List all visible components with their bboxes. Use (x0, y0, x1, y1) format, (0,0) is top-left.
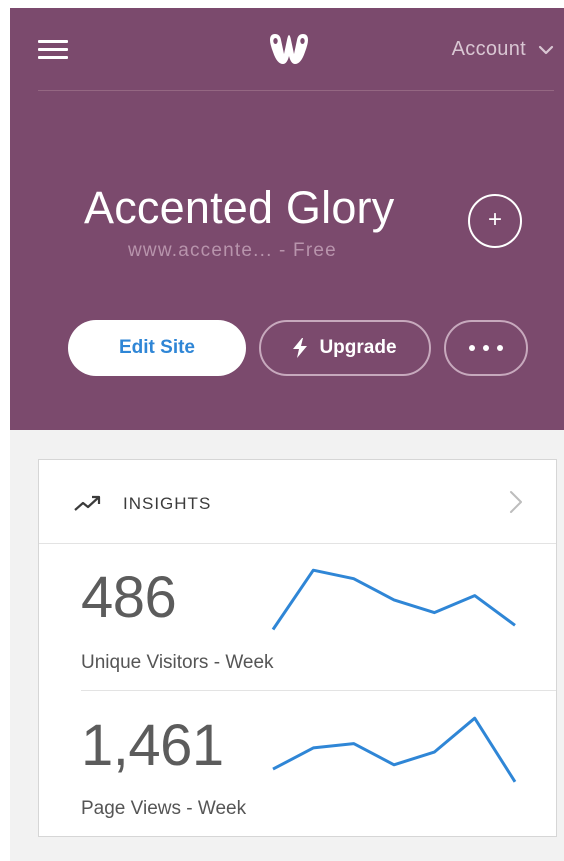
page-views-sparkline (272, 716, 517, 783)
more-dots-icon (465, 345, 507, 351)
upgrade-button[interactable]: Upgrade (259, 320, 431, 376)
metric-divider (81, 690, 556, 691)
more-options-button[interactable] (444, 320, 528, 376)
site-header: Account Accented Glory www.accente... - … (10, 8, 564, 430)
trending-up-icon (74, 495, 101, 511)
add-site-button[interactable]: + (468, 194, 522, 248)
sparkline-line (272, 716, 517, 783)
lightning-icon (293, 338, 308, 358)
unique-visitors-sparkline (271, 568, 516, 631)
chevron-down-icon (538, 45, 554, 54)
insights-header[interactable]: INSIGHTS (39, 460, 556, 544)
chevron-right-icon (510, 491, 522, 513)
page-views-label: Page Views - Week (81, 798, 247, 819)
page-views-value: 1,461 (81, 713, 224, 778)
header-divider (38, 90, 554, 91)
site-title: Accented Glory (84, 182, 395, 233)
top-bar: Account (10, 8, 564, 90)
account-menu[interactable]: Account (452, 38, 554, 61)
insights-card: INSIGHTS 486 Unique Visitors - Week 1,46… (38, 459, 557, 837)
plus-icon: + (487, 206, 502, 233)
account-label: Account (451, 38, 526, 60)
sparkline-line (271, 568, 516, 631)
app-screen: Account Accented Glory www.accente... - … (10, 8, 564, 861)
insights-title: INSIGHTS (123, 494, 212, 513)
menu-icon[interactable] (38, 40, 68, 60)
edit-site-label: Edit Site (118, 337, 195, 358)
weebly-logo-icon[interactable] (265, 30, 313, 70)
upgrade-label: Upgrade (319, 337, 397, 358)
unique-visitors-label: Unique Visitors - Week (81, 652, 274, 673)
site-url: www.accente... - Free (128, 240, 337, 261)
unique-visitors-value: 486 (81, 565, 177, 630)
edit-site-button[interactable]: Edit Site (68, 320, 246, 376)
